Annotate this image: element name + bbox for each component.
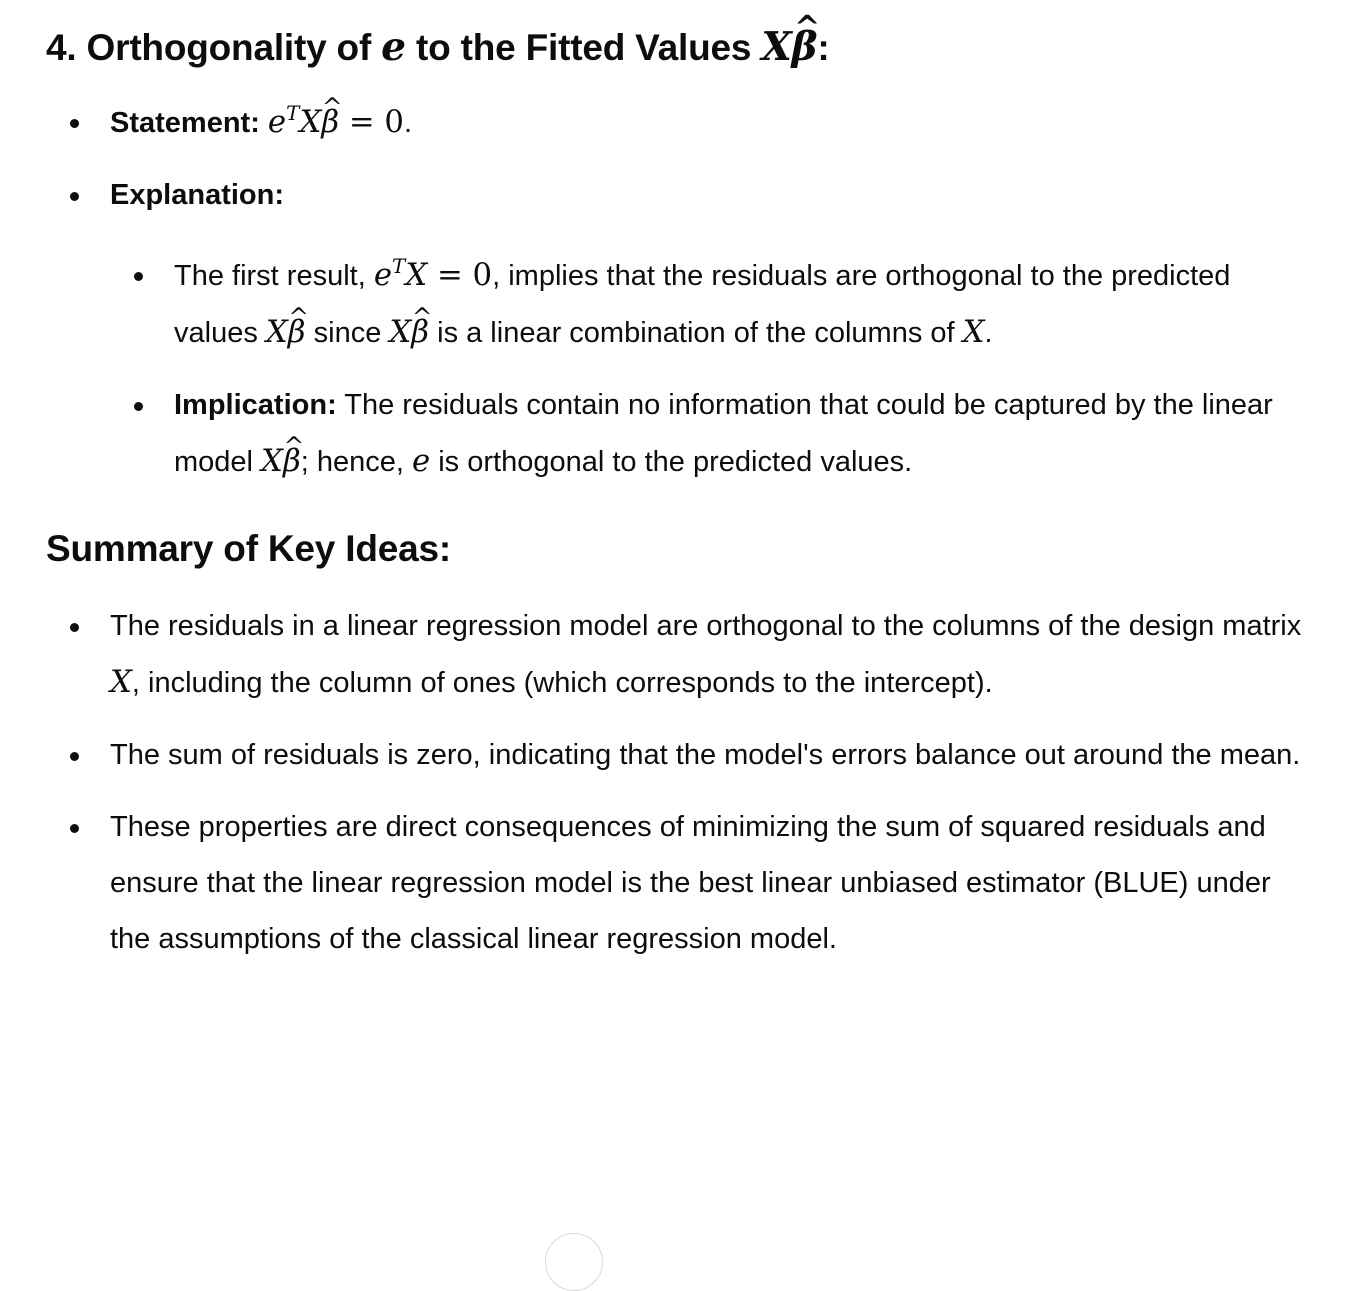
- implication-label: Implication:: [174, 389, 337, 421]
- math-equals-zero: = 0: [339, 104, 404, 140]
- math-xbeta: Xβ: [266, 314, 306, 350]
- statement-label: Statement:: [110, 107, 260, 139]
- heading-beta-hat: β: [792, 18, 818, 76]
- math-beta-hat: β: [411, 304, 429, 360]
- text: , including the column of ones (which co…: [131, 667, 993, 699]
- math-x-only: X: [963, 314, 985, 350]
- section-heading-orthogonality: 4. Orthogonality of e to the Fitted Valu…: [46, 18, 1306, 77]
- section-heading-summary: Summary of Key Ideas:: [46, 528, 452, 569]
- math-x: X: [110, 664, 132, 700]
- text: The residuals in a linear regression mod…: [110, 610, 1302, 642]
- math-x: X: [265, 314, 288, 350]
- heading-text: 4. Orthogonality of: [46, 27, 382, 68]
- explanation-label: Explanation:: [110, 179, 285, 211]
- text: is orthogonal to the predicted values.: [430, 446, 913, 478]
- text: ; hence,: [300, 446, 412, 478]
- math-sup-t: T: [286, 101, 300, 126]
- math-sup-t: T: [392, 254, 406, 279]
- explanation-sublist: The first result, eTX = 0, implies that …: [110, 247, 1306, 490]
- math-x: X: [299, 104, 322, 140]
- document-content: 4. Orthogonality of e to the Fitted Valu…: [46, 18, 1306, 967]
- math-etx: eTX = 0: [373, 254, 493, 293]
- scroll-down-button[interactable]: [545, 1233, 603, 1291]
- math-x-only: X: [110, 664, 132, 700]
- statement-period: .: [403, 107, 413, 139]
- math-x: X: [405, 257, 428, 293]
- math-beta-hat: β: [283, 433, 301, 489]
- math-beta-hat: β: [321, 94, 339, 150]
- text: .: [984, 317, 993, 349]
- math-xbeta: Xβ: [261, 443, 301, 479]
- summary-item-blue: These properties are direct consequences…: [46, 799, 1306, 967]
- summary-item-sum-zero: The sum of residuals is zero, indicating…: [46, 727, 1306, 783]
- math-x: X: [389, 314, 412, 350]
- list-item-explanation: Explanation: The first result, eTX = 0, …: [46, 167, 1306, 490]
- math-equals-zero: = 0: [427, 257, 493, 293]
- heading-math-e: e: [381, 24, 406, 70]
- math-beta-hat: β: [288, 304, 306, 360]
- list-item-statement: Statement: eTXβ = 0.: [46, 94, 1306, 151]
- sublist-item-first-result: The first result, eTX = 0, implies that …: [110, 247, 1306, 361]
- statement-math: eTXβ = 0: [267, 101, 404, 140]
- section4-list: Statement: eTXβ = 0. Explanation: The fi…: [46, 94, 1306, 490]
- heading-x: X: [761, 24, 792, 70]
- math-x: X: [962, 314, 985, 350]
- heading-e: e: [381, 24, 406, 70]
- text: is a linear combination of the columns o…: [429, 317, 963, 349]
- math-x: X: [261, 443, 283, 479]
- math-e: e: [267, 104, 287, 140]
- summary-item-orthogonal: The residuals in a linear regression mod…: [46, 598, 1306, 711]
- sublist-item-implication: Implication: The residuals contain no in…: [110, 377, 1306, 490]
- math-e: e: [373, 257, 393, 293]
- text: The first result,: [174, 260, 374, 292]
- math-e: e: [411, 443, 431, 479]
- text: since: [305, 317, 390, 349]
- heading-math-xbeta: Xβ: [761, 24, 817, 70]
- math-xbeta: Xβ: [389, 314, 429, 350]
- heading-text-mid: to the Fitted Values: [405, 27, 762, 68]
- summary-list: The residuals in a linear regression mod…: [46, 598, 1306, 967]
- math-e-only: e: [412, 443, 430, 479]
